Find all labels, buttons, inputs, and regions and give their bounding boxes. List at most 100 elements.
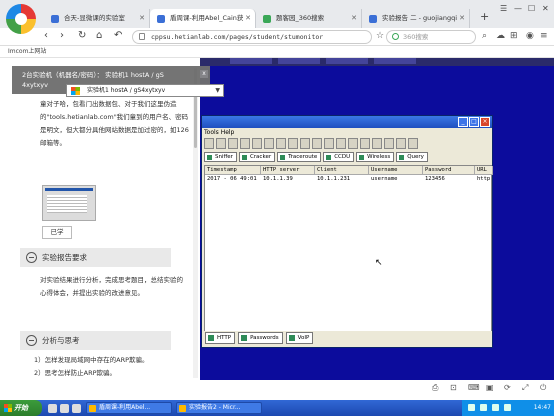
tool-icon[interactable] (264, 138, 274, 149)
remote-tab[interactable] (230, 58, 272, 64)
table-row[interactable]: 2017 - 06 49:01 10.1.1.39 10.1.1.231 use… (205, 175, 491, 183)
search-input[interactable]: 360搜索 (386, 30, 476, 44)
tool-icon[interactable] (240, 138, 250, 149)
tab-wireless[interactable]: Wireless (356, 152, 395, 162)
remote-tab[interactable] (326, 58, 368, 64)
tab-ccdu[interactable]: CCDU (323, 152, 355, 162)
tool-icon[interactable] (300, 138, 310, 149)
power-icon[interactable]: ⏻ (540, 383, 546, 393)
quicklaunch-desktop-icon[interactable] (60, 404, 69, 413)
tab-sniffer[interactable]: Sniffer (204, 152, 237, 162)
maximize-icon[interactable]: ☐ (528, 4, 535, 13)
remote-tab[interactable] (374, 58, 416, 64)
scrollbar[interactable] (193, 68, 198, 378)
collapse-icon[interactable] (26, 252, 37, 263)
screenshot-thumbnail[interactable] (42, 185, 96, 221)
favorite-star-icon[interactable]: ☆ (376, 31, 384, 41)
tab-traceroute[interactable]: Traceroute (277, 152, 322, 162)
tab-close-icon[interactable]: ✕ (459, 9, 465, 28)
tool-icon[interactable] (252, 138, 262, 149)
tool-icon[interactable] (288, 138, 298, 149)
reload-icon[interactable]: ↻ (78, 30, 86, 41)
profile-icon[interactable]: ◉ (526, 31, 534, 41)
save-icon[interactable]: ▣ (486, 383, 494, 392)
cloud-icon[interactable]: ☁ (496, 31, 505, 41)
home-icon[interactable]: ⌂ (96, 30, 102, 41)
keyboard-icon[interactable]: ⌨ (468, 383, 480, 392)
task-word[interactable]: 实验报告2 - Micr... (176, 402, 262, 414)
task-browser[interactable]: 盾周课-利用Abel... (86, 402, 172, 414)
tab-report[interactable]: 实验报告 二 - guojiangqi ✕ (362, 9, 470, 28)
tool-icon[interactable] (384, 138, 394, 149)
tab-query[interactable]: Query (396, 152, 428, 162)
learned-button[interactable]: 已学 (42, 226, 72, 239)
bookmark-item[interactable]: Imcom上网站 (8, 48, 46, 55)
browser-logo-icon[interactable] (6, 4, 36, 34)
app-close-button[interactable]: × (480, 117, 490, 127)
back-icon[interactable]: ‹ (44, 30, 48, 41)
vm-select[interactable]: 实验机1 hostA / gS4xytxyv ▼ (66, 84, 224, 97)
lock-icon[interactable]: ⊡ (450, 383, 457, 392)
quicklaunch-ie-icon[interactable] (48, 404, 57, 413)
tab-close-icon[interactable]: ✕ (245, 9, 251, 28)
tray-volume-icon[interactable] (480, 404, 487, 411)
tab-hetian[interactable]: 合天-显微课的实验室 ✕ (44, 9, 150, 28)
clock[interactable]: 14:47 (534, 400, 551, 416)
collapse-icon[interactable] (26, 335, 37, 346)
window-close-icon[interactable]: ✕ (542, 4, 549, 13)
tray-network-icon[interactable] (468, 404, 475, 411)
section-report[interactable]: 实验报告要求 (20, 248, 171, 267)
tab-http[interactable]: HTTP (205, 332, 236, 344)
forward-icon[interactable]: › (60, 30, 64, 41)
menu-icon[interactable]: ☰ (500, 4, 507, 13)
column-header[interactable]: Password (423, 166, 475, 175)
tool-icon[interactable] (204, 138, 214, 149)
new-tab-button[interactable]: + (480, 10, 489, 23)
print-icon[interactable]: ⎙ (432, 383, 438, 393)
search-icon[interactable]: ⌕ (482, 31, 487, 41)
column-header[interactable]: Client (315, 166, 369, 175)
tab-current[interactable]: 盾周课-利用Abel_Cain获 ✕ (150, 9, 256, 28)
tool-icon[interactable] (336, 138, 346, 149)
tray-security-icon[interactable] (504, 404, 511, 411)
tool-icon[interactable] (396, 138, 406, 149)
tool-icon[interactable] (216, 138, 226, 149)
undo-icon[interactable]: ↶ (114, 30, 122, 41)
section-analysis[interactable]: 分析与思考 (20, 331, 171, 350)
tab-search[interactable]: 题客园_360搜索 ✕ (256, 9, 362, 28)
column-header[interactable]: Username (369, 166, 423, 175)
tab-close-icon[interactable]: ✕ (139, 9, 145, 28)
app-title-bar[interactable]: _ □ × (202, 116, 492, 128)
tab-passwords[interactable]: Passwords (238, 332, 283, 344)
tool-icon[interactable] (408, 138, 418, 149)
extensions-icon[interactable]: ⊞ (510, 31, 518, 41)
tool-icon[interactable] (276, 138, 286, 149)
tab-close-icon[interactable]: ✕ (351, 9, 357, 28)
address-bar[interactable]: cppsu.hetianlab.com/pages/student/stumon… (132, 30, 372, 44)
tool-icon[interactable] (312, 138, 322, 149)
tray-ime-icon[interactable] (492, 404, 499, 411)
app-minimize-button[interactable]: _ (458, 117, 468, 127)
app-menu-bar[interactable]: Tools Help (202, 128, 492, 137)
column-header[interactable]: URL (475, 166, 493, 175)
fullscreen-icon[interactable]: ⤢ (522, 383, 528, 393)
minimize-icon[interactable]: — (514, 4, 522, 13)
tool-icon[interactable] (348, 138, 358, 149)
tool-icon[interactable] (360, 138, 370, 149)
column-header[interactable]: HTTP server (261, 166, 315, 175)
column-header[interactable]: Timestamp (205, 166, 261, 175)
vm-bar-close-button[interactable]: x (200, 70, 208, 78)
tab-cracker[interactable]: Cracker (238, 152, 276, 162)
list-item: 1）怎样发现局域网中存在的ARP欺骗。 (34, 356, 149, 364)
start-button[interactable]: 开始 (0, 400, 42, 416)
tab-voip[interactable]: VoIP (285, 332, 314, 344)
app-maximize-button[interactable]: □ (469, 117, 479, 127)
quicklaunch-folder-icon[interactable] (72, 404, 81, 413)
taskbar: 开始 盾周课-利用Abel... 实验报告2 - Micr... 14:47 (0, 400, 554, 416)
more-menu-icon[interactable]: ≡ (540, 31, 548, 41)
refresh-icon[interactable]: ⟳ (504, 383, 511, 392)
tool-icon[interactable] (228, 138, 238, 149)
remote-tab[interactable] (278, 58, 320, 64)
tool-icon[interactable] (372, 138, 382, 149)
tool-icon[interactable] (324, 138, 334, 149)
